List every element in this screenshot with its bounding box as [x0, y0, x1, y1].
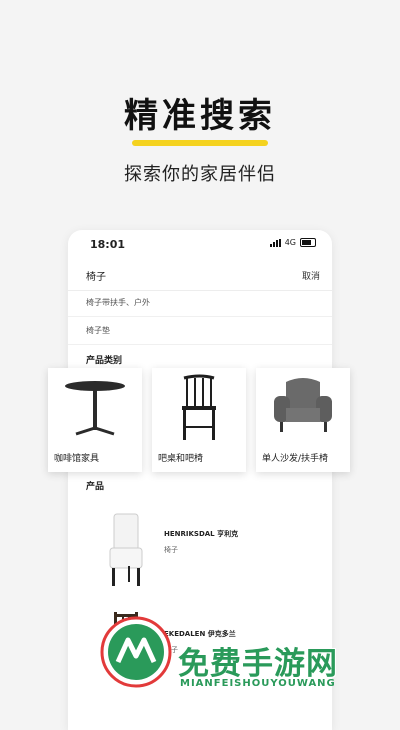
- subheadline: 探索你的家居伴侣: [124, 164, 276, 185]
- watermark-title: 免费手游网: [178, 646, 338, 682]
- headline: 精准搜索: [124, 96, 276, 136]
- search-bar[interactable]: 椅子 取消: [68, 260, 332, 291]
- search-input[interactable]: 椅子: [86, 268, 106, 283]
- status-bar: 18:01 4G: [68, 230, 332, 258]
- suggestion-item[interactable]: 椅子垫: [86, 325, 110, 336]
- product-type: 椅子: [164, 546, 178, 554]
- category-card-bar[interactable]: 吧桌和吧椅: [152, 368, 246, 472]
- watermark-subtitle: MIANFEISHOUYOUWANG: [180, 678, 336, 689]
- product-section-title: 产品: [86, 482, 105, 492]
- status-time: 18:01: [90, 238, 126, 251]
- category-card-armchair[interactable]: 单人沙发/扶手椅: [256, 368, 350, 472]
- divider: [68, 316, 332, 317]
- watermark-logo-icon: [100, 616, 172, 688]
- suggestion-item[interactable]: 椅子带扶手、户外: [86, 297, 150, 308]
- cancel-button[interactable]: 取消: [302, 269, 320, 282]
- divider: [68, 344, 332, 345]
- battery-icon: [300, 238, 316, 247]
- category-label: 吧桌和吧椅: [158, 454, 204, 464]
- category-section-title: 产品类别: [86, 356, 123, 366]
- bar-stool-icon: [182, 374, 216, 440]
- category-card-cafe[interactable]: 咖啡馆家具: [48, 368, 142, 472]
- network-label: 4G: [284, 238, 296, 247]
- category-label: 咖啡馆家具: [54, 454, 100, 464]
- product-name[interactable]: HENRIKSDAL 亨利克: [164, 529, 238, 539]
- armchair-icon: [274, 378, 332, 432]
- cafe-table-icon: [65, 381, 125, 436]
- category-label: 单人沙发/扶手椅: [262, 454, 329, 464]
- headline-underline: [132, 140, 268, 146]
- signal-icon: [269, 238, 281, 247]
- status-indicators: 4G: [269, 238, 316, 247]
- upholstered-chair-icon[interactable]: [96, 510, 156, 590]
